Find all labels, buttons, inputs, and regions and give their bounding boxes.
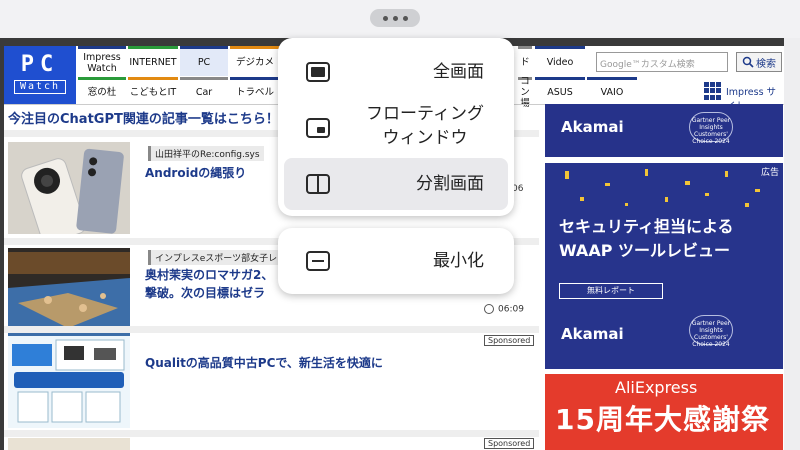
window-options-handle[interactable] <box>370 9 420 27</box>
ad-label: 広告 <box>760 168 779 178</box>
window-top-bar <box>0 0 800 38</box>
sponsored-badge: Sponsored <box>484 335 535 346</box>
menu-item-fullscreen[interactable]: 全画面 <box>284 46 508 98</box>
sponsored-badge: Sponsored <box>484 438 535 449</box>
fullscreen-icon <box>306 62 330 82</box>
clock-icon <box>484 304 494 314</box>
pc-watch-logo[interactable]: PC Watch <box>4 46 76 104</box>
logo-pc-text: PC <box>20 52 60 77</box>
nav-car[interactable]: Car <box>180 77 228 104</box>
free-report-button[interactable]: 無料レポート <box>559 283 663 299</box>
logo-watch-text: Watch <box>14 80 66 94</box>
akamai-ad-banner[interactable]: Akamai Gartner Peer Insights Customers' … <box>545 104 783 157</box>
article-title-link[interactable]: Androidの縄張り <box>145 164 246 182</box>
app-window: PC Watch Impress Watch INTERNET PC デジカメ … <box>0 0 800 450</box>
menu-item-floating-window[interactable]: フローティング ウィンドウ <box>284 100 508 156</box>
article-thumbnail[interactable] <box>8 336 130 428</box>
chatgpt-headline-link[interactable]: 今注目のChatGPT関連の記事一覧はこちら！ <box>8 108 279 127</box>
menu-item-label: 分割画面 <box>416 174 484 194</box>
divider <box>4 430 539 437</box>
nav-vaio[interactable]: VAIO <box>587 77 637 104</box>
nav-video[interactable]: Video <box>535 46 585 76</box>
apps-grid-icon[interactable] <box>704 82 722 100</box>
menu-item-label: 全画面 <box>433 62 484 82</box>
search-button-label: 検索 <box>756 58 776 70</box>
article-title-link[interactable]: Qualitの高品質中古PCで、新生活を快適に <box>145 354 383 372</box>
nav-digicame[interactable]: デジカメ <box>230 46 280 76</box>
akamai-logo: Akamai <box>561 118 624 136</box>
aliexpress-ad[interactable]: AliExpress 15周年大感謝祭 <box>545 374 783 450</box>
menu-item-label: フローティング ウィンドウ <box>366 104 484 148</box>
aliexpress-headline: 15周年大感謝祭 <box>555 403 770 436</box>
nav-partial-2[interactable]: コン 場 <box>518 76 532 109</box>
award-badge: Gartner Peer Insights Customers' Choice … <box>689 315 733 348</box>
nav-travel[interactable]: トラベル <box>230 77 280 104</box>
minimize-menu: 最小化 <box>278 228 514 294</box>
award-badge: Gartner Peer Insights Customers' Choice … <box>689 112 733 145</box>
nav-internet[interactable]: INTERNET <box>128 46 178 76</box>
article-category-tag[interactable]: インプレスeスポーツ部女子レト <box>148 250 291 265</box>
nav-pc[interactable]: PC <box>180 46 228 76</box>
search-input[interactable]: Google™カスタム検索 <box>596 52 728 72</box>
split-screen-icon <box>306 174 330 194</box>
article-title-link[interactable]: 奥村茉実のロマサガ2、 撃破。次の目標はゼラ <box>145 266 273 302</box>
article-thumbnail[interactable] <box>8 142 130 234</box>
akamai-waap-ad[interactable]: 広告 セキュリティ担当による WAAP ツールレビュー 無料レポート Akama… <box>545 163 783 369</box>
divider <box>4 326 539 333</box>
menu-item-label: 最小化 <box>433 251 484 271</box>
window-mode-menu: 全画面 フローティング ウィンドウ 分割画面 <box>278 38 514 216</box>
article-thumbnail[interactable] <box>8 438 130 450</box>
ad-headline: セキュリティ担当による WAAP ツールレビュー <box>559 217 734 260</box>
search-button[interactable]: 検索 <box>736 52 782 72</box>
search-icon <box>742 56 754 68</box>
nav-asus[interactable]: ASUS <box>535 77 585 104</box>
nav-impress-watch[interactable]: Impress Watch <box>78 46 126 76</box>
nav-kodomo-it[interactable]: こどもとIT <box>128 77 178 104</box>
nav-partial-1[interactable]: ド <box>518 46 532 76</box>
nav-madonomori[interactable]: 窓の杜 <box>78 77 126 104</box>
article-time: 06:09 <box>484 304 524 315</box>
minimize-icon <box>306 251 330 271</box>
window-side-edge <box>784 38 800 450</box>
floating-window-icon <box>306 118 330 138</box>
menu-item-split-screen[interactable]: 分割画面 <box>284 158 508 210</box>
akamai-logo: Akamai <box>561 325 624 343</box>
aliexpress-logo: AliExpress <box>615 378 698 397</box>
article-category-tag[interactable]: 山田祥平のRe:config.sys <box>148 146 264 161</box>
menu-item-minimize[interactable]: 最小化 <box>284 236 508 286</box>
